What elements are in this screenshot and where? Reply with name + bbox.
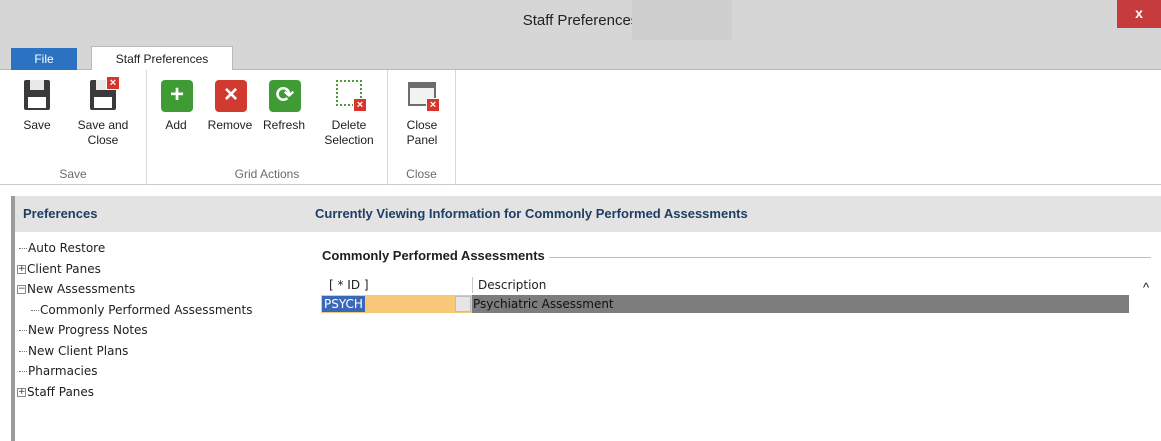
ribbon: Save × Save and Close Save + Add × Remov… bbox=[0, 70, 1161, 185]
tree-item-auto-restore[interactable]: Auto Restore bbox=[15, 238, 308, 259]
tree-item-new-progress-notes[interactable]: New Progress Notes bbox=[15, 320, 308, 341]
tree-item-label: Commonly Performed Assessments bbox=[40, 302, 253, 317]
title-bar-shade bbox=[632, 0, 732, 40]
close-panel-icon: × bbox=[407, 78, 440, 112]
id-cell[interactable]: PSYCH bbox=[321, 295, 472, 313]
grid-header: [ * ID ] Description bbox=[321, 275, 1129, 295]
tree-connector bbox=[19, 248, 27, 249]
tree-item-commonly-performed-assessments[interactable]: Commonly Performed Assessments bbox=[15, 300, 308, 321]
remove-button[interactable]: × Remove bbox=[203, 78, 257, 133]
add-button[interactable]: + Add bbox=[159, 78, 193, 133]
collapse-icon[interactable]: − bbox=[17, 285, 26, 294]
save-button-label: Save bbox=[23, 118, 51, 132]
preferences-header: Preferences bbox=[15, 196, 308, 232]
close-panel-button[interactable]: × Close Panel bbox=[402, 78, 442, 148]
delete-selection-icon: × bbox=[334, 78, 367, 112]
tree-item-label: Auto Restore bbox=[28, 241, 106, 255]
window-title: Staff Preferences bbox=[522, 12, 639, 29]
ribbon-group-label-grid-actions: Grid Actions bbox=[234, 167, 300, 181]
tree-connector bbox=[19, 371, 27, 372]
save-button[interactable]: Save bbox=[20, 78, 54, 133]
tree-item-label: New Client Plans bbox=[28, 343, 129, 358]
refresh-button[interactable]: ⟳ Refresh bbox=[259, 78, 309, 133]
delete-selection-button[interactable]: × Delete Selection bbox=[318, 78, 380, 148]
ribbon-group-label-save: Save bbox=[59, 167, 87, 181]
add-button-label: Add bbox=[165, 118, 187, 132]
content-header: Currently Viewing Information for Common… bbox=[308, 196, 1161, 232]
ribbon-tabs: File Staff Preferences bbox=[0, 40, 1161, 71]
tree-item-label: New Assessments bbox=[27, 282, 136, 296]
ribbon-group-label-close: Close bbox=[406, 167, 437, 181]
window-close-button[interactable]: x bbox=[1117, 0, 1161, 28]
tree-item-pharmacies[interactable]: Pharmacies bbox=[15, 361, 308, 382]
table-row[interactable]: PSYCH Psychiatric Assessment bbox=[321, 295, 1129, 313]
preferences-panel: Preferences Auto Restore +Client Panes −… bbox=[11, 196, 308, 441]
ribbon-group-grid-actions: + Add × Remove ⟳ Refresh × Delete Select… bbox=[147, 70, 388, 185]
description-cell[interactable]: Psychiatric Assessment bbox=[473, 296, 614, 312]
column-header-description[interactable]: Description bbox=[478, 278, 546, 292]
row-checkbox[interactable] bbox=[455, 296, 471, 312]
ribbon-group-close: × Close Panel Close bbox=[388, 70, 456, 185]
expand-icon[interactable]: + bbox=[17, 387, 26, 397]
tree-item-label: Staff Panes bbox=[27, 384, 95, 399]
remove-x-icon: × bbox=[215, 78, 247, 112]
tree-connector bbox=[31, 309, 39, 311]
refresh-icon: ⟳ bbox=[269, 78, 301, 112]
tree-item-new-assessments[interactable]: −New Assessments bbox=[15, 279, 308, 300]
delete-selection-button-label: Delete Selection bbox=[324, 118, 374, 147]
file-tab[interactable]: File bbox=[11, 48, 77, 71]
tree-connector bbox=[19, 350, 27, 352]
scroll-up-arrow-icon[interactable]: ^ bbox=[1143, 280, 1149, 295]
floppy-disk-icon bbox=[22, 78, 52, 112]
tree-item-label: Pharmacies bbox=[28, 364, 98, 378]
tab-staff-preferences[interactable]: Staff Preferences bbox=[91, 46, 233, 71]
ribbon-group-save: Save × Save and Close Save bbox=[0, 70, 147, 185]
close-panel-button-label: Close Panel bbox=[406, 118, 438, 147]
assessments-grid: [ * ID ] Description PSYCH Psychiatric A… bbox=[321, 275, 1129, 313]
id-cell-value[interactable]: PSYCH bbox=[322, 296, 365, 312]
tree-item-label: Client Panes bbox=[27, 261, 101, 276]
plus-icon: + bbox=[161, 78, 193, 112]
column-header-id[interactable]: [ * ID ] bbox=[329, 278, 369, 292]
preferences-tree: Auto Restore +Client Panes −New Assessme… bbox=[15, 232, 308, 402]
tree-item-client-panes[interactable]: +Client Panes bbox=[15, 259, 308, 280]
save-and-close-button[interactable]: × Save and Close bbox=[72, 76, 134, 148]
save-and-close-button-label: Save and Close bbox=[77, 118, 129, 147]
content-panel: Currently Viewing Information for Common… bbox=[308, 196, 1161, 441]
expand-icon[interactable]: + bbox=[17, 264, 26, 274]
title-bar: Staff Preferences x bbox=[0, 0, 1161, 40]
refresh-button-label: Refresh bbox=[262, 118, 306, 132]
tree-item-label: New Progress Notes bbox=[28, 323, 148, 337]
tree-item-new-client-plans[interactable]: New Client Plans bbox=[15, 341, 308, 362]
floppy-disk-close-icon: × bbox=[88, 76, 120, 112]
tree-connector bbox=[19, 330, 27, 331]
section-title: Commonly Performed Assessments bbox=[322, 248, 549, 263]
tree-item-staff-panes[interactable]: +Staff Panes bbox=[15, 382, 308, 403]
column-separator bbox=[472, 277, 473, 293]
remove-button-label: Remove bbox=[207, 118, 253, 132]
